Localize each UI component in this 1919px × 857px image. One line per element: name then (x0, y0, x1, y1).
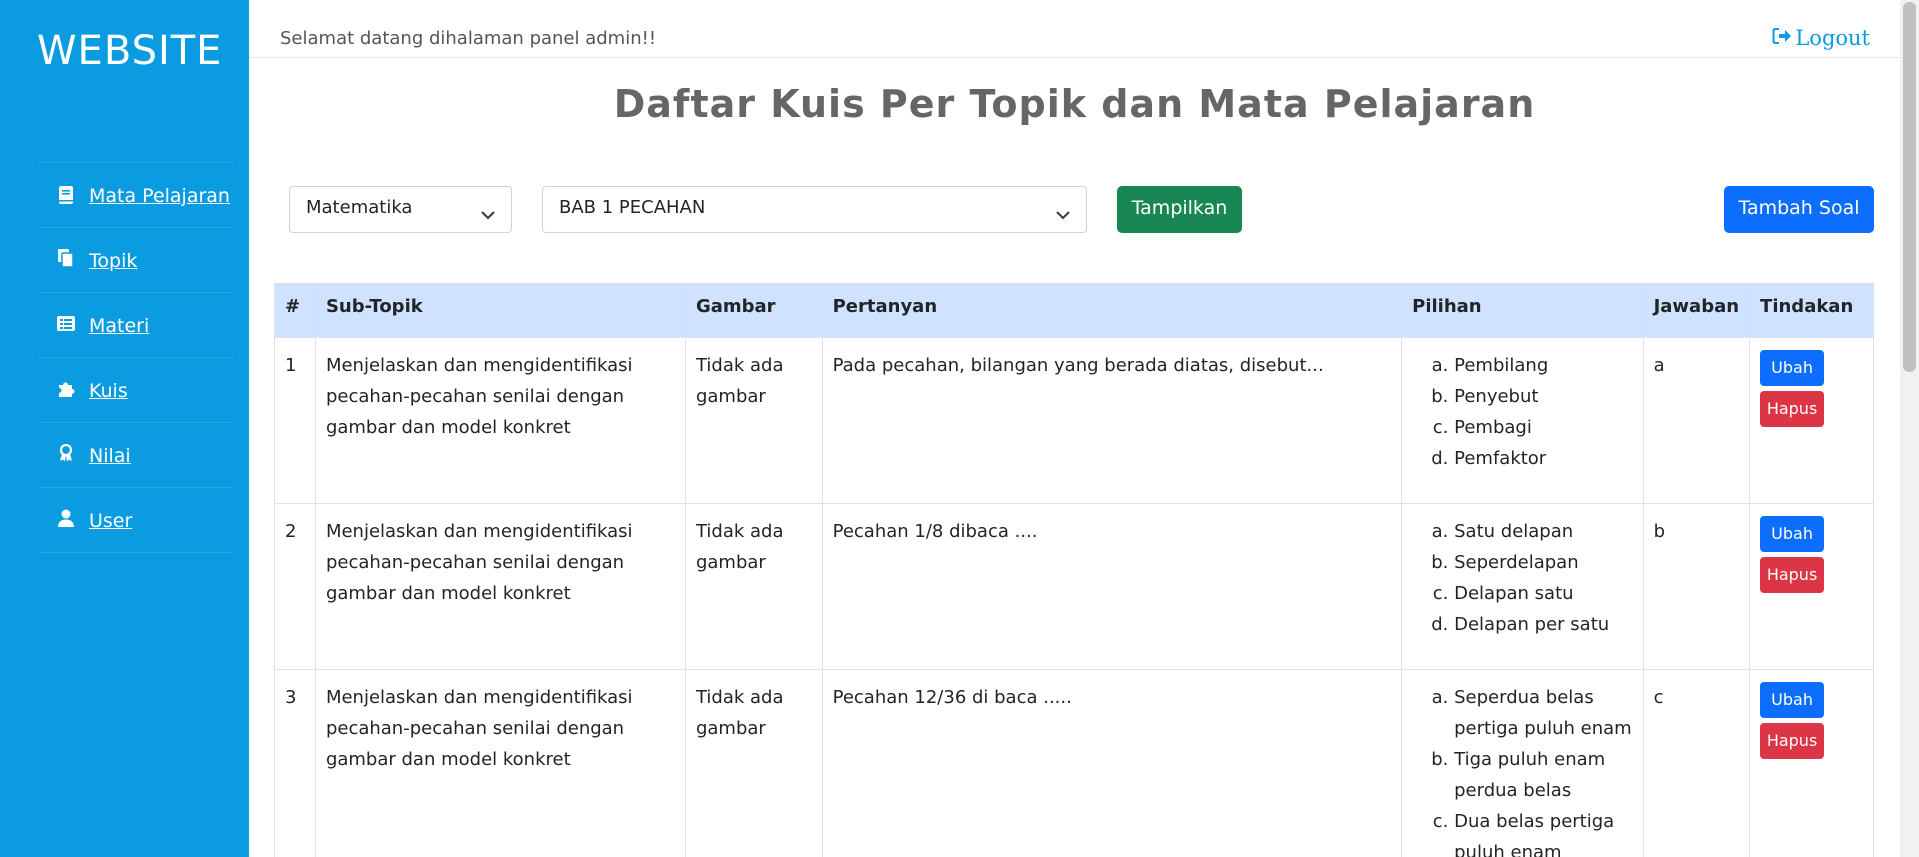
list-alt-icon (57, 314, 75, 332)
delete-button[interactable]: Hapus (1760, 557, 1825, 593)
option-item: Dua belas pertiga puluh enam (1454, 806, 1632, 857)
sidebar-link-mata-pelajaran[interactable]: Mata Pelajaran (89, 185, 230, 207)
sidebar-link-nilai[interactable]: Nilai (89, 441, 131, 471)
chevron-down-icon (1056, 204, 1070, 225)
row-number: 3 (274, 669, 316, 857)
option-item: Seperdua belas pertiga puluh enam (1454, 682, 1632, 744)
logout-label[interactable]: Logout (1795, 26, 1870, 50)
table-row: 3 Menjelaskan dan mengidentifikasi pecah… (274, 669, 1874, 857)
row-actions: Ubah Hapus (1749, 337, 1874, 504)
sidebar-item-user[interactable]: User (39, 487, 233, 553)
topic-select-value: BAB 1 PECAHAN (559, 197, 706, 218)
delete-button[interactable]: Hapus (1760, 391, 1825, 427)
scrollbar-thumb[interactable] (1903, 2, 1916, 372)
sidebar: WEBSITE Mata Pelajaran Topik Materi Kuis (0, 0, 249, 857)
column-header: Tindakan (1749, 283, 1874, 338)
column-header: Jawaban (1642, 283, 1751, 338)
option-item: Delapan satu (1454, 578, 1632, 609)
user-icon (57, 509, 75, 527)
puzzle-icon (57, 379, 75, 397)
row-image: Tidak ada gambar (684, 503, 823, 670)
show-button[interactable]: Tampilkan (1117, 186, 1242, 233)
row-options: Seperdua belas pertiga puluh enam Tiga p… (1401, 669, 1644, 857)
top-bar: Selamat datang dihalaman panel admin!! L… (249, 0, 1900, 58)
row-actions: Ubah Hapus (1749, 669, 1874, 857)
row-answer: c (1642, 669, 1751, 857)
column-header: Gambar (684, 283, 823, 338)
add-question-button[interactable]: Tambah Soal (1724, 186, 1874, 233)
sidebar-item-mata-pelajaran[interactable]: Mata Pelajaran (39, 162, 233, 227)
row-question: Pecahan 12/36 di baca ..... (821, 669, 1403, 857)
subject-select[interactable]: Matematika (289, 186, 512, 233)
column-header: Sub-Topik (314, 283, 686, 338)
edit-button[interactable]: Ubah (1760, 516, 1825, 552)
row-subtopic: Menjelaskan dan mengidentifikasi pecahan… (314, 669, 686, 857)
row-number: 1 (274, 337, 316, 504)
table-header-row: # Sub-Topik Gambar Pertanyan Pilihan Jaw… (274, 283, 1874, 338)
sidebar-item-kuis[interactable]: Kuis (39, 357, 233, 422)
row-options: Satu delapan Seperdelapan Delapan satu D… (1401, 503, 1644, 670)
logout-link[interactable]: Logout (1772, 26, 1870, 50)
row-image: Tidak ada gambar (684, 337, 823, 504)
sidebar-item-topik[interactable]: Topik (39, 227, 233, 292)
row-question: Pada pecahan, bilangan yang berada diata… (821, 337, 1403, 504)
sidebar-link-topik[interactable]: Topik (89, 246, 137, 276)
sidebar-link-materi[interactable]: Materi (89, 311, 149, 341)
option-item: Satu delapan (1454, 516, 1632, 547)
sidebar-item-nilai[interactable]: Nilai (39, 422, 233, 487)
row-answer: b (1642, 503, 1751, 670)
row-number: 2 (274, 503, 316, 670)
row-actions: Ubah Hapus (1749, 503, 1874, 670)
welcome-text: Selamat datang dihalaman panel admin!! (280, 28, 657, 49)
option-item: Seperdelapan (1454, 547, 1632, 578)
row-subtopic: Menjelaskan dan mengidentifikasi pecahan… (314, 337, 686, 504)
option-item: Pemfaktor (1454, 443, 1632, 474)
award-icon (57, 444, 75, 462)
quiz-table: # Sub-Topik Gambar Pertanyan Pilihan Jaw… (274, 283, 1874, 857)
table-row: 2 Menjelaskan dan mengidentifikasi pecah… (274, 503, 1874, 670)
chevron-down-icon (481, 204, 495, 225)
option-item: Delapan per satu (1454, 609, 1632, 640)
row-answer: a (1642, 337, 1751, 504)
copy-icon (57, 249, 75, 267)
column-header: Pertanyan (821, 283, 1403, 338)
column-header: Pilihan (1401, 283, 1644, 338)
row-options: Pembilang Penyebut Pembagi Pemfaktor (1401, 337, 1644, 504)
option-item: Pembilang (1454, 350, 1632, 381)
sidebar-link-kuis[interactable]: Kuis (89, 376, 128, 406)
option-item: Penyebut (1454, 381, 1632, 412)
row-subtopic: Menjelaskan dan mengidentifikasi pecahan… (314, 503, 686, 670)
page-title: Daftar Kuis Per Topik dan Mata Pelajaran (613, 82, 1536, 126)
row-question: Pecahan 1/8 dibaca .... (821, 503, 1403, 670)
edit-button[interactable]: Ubah (1760, 682, 1825, 718)
brand-logo: WEBSITE (37, 28, 223, 74)
sidebar-link-user[interactable]: User (89, 506, 132, 536)
row-image: Tidak ada gambar (684, 669, 823, 857)
option-item: Pembagi (1454, 412, 1632, 443)
subject-select-value: Matematika (306, 197, 413, 218)
option-item: Tiga puluh enam perdua belas (1454, 744, 1632, 806)
sidebar-nav: Mata Pelajaran Topik Materi Kuis Nilai U… (39, 162, 233, 553)
book-icon (57, 186, 75, 204)
page-scrollbar[interactable] (1900, 0, 1919, 857)
sidebar-item-materi[interactable]: Materi (39, 292, 233, 357)
edit-button[interactable]: Ubah (1760, 350, 1825, 386)
delete-button[interactable]: Hapus (1760, 723, 1825, 759)
topic-select[interactable]: BAB 1 PECAHAN (542, 186, 1087, 233)
sign-out-icon (1772, 26, 1795, 50)
table-row: 1 Menjelaskan dan mengidentifikasi pecah… (274, 337, 1874, 504)
column-header: # (274, 283, 316, 338)
